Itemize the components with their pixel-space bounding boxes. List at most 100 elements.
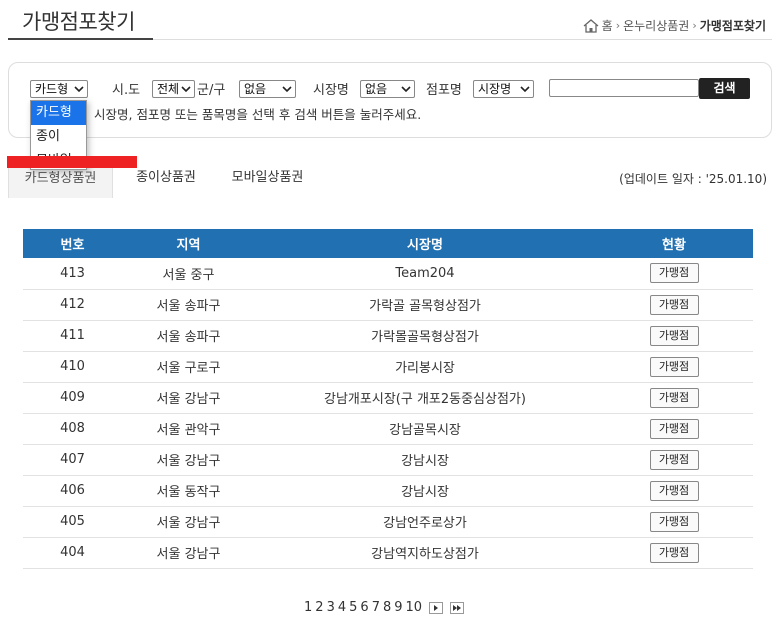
cell-region: 서울 강남구 xyxy=(122,382,255,414)
table-row: 406 서울 동작구 강남시장 가맹점 xyxy=(23,475,753,507)
store-list-button[interactable]: 가맹점 xyxy=(649,387,699,408)
page-link[interactable]: 2 xyxy=(315,600,323,615)
page-link[interactable]: 10 xyxy=(406,600,423,615)
dropdown-option-card[interactable]: 카드형 xyxy=(31,101,86,125)
table-row: 408 서울 관악구 강남골목시장 가맹점 xyxy=(23,413,753,445)
gungu-select[interactable]: 없음 xyxy=(239,80,296,98)
store-list-button[interactable]: 가맹점 xyxy=(649,356,699,377)
store-label: 점포명 xyxy=(426,83,462,98)
store-list-button[interactable]: 가맹점 xyxy=(649,325,699,346)
breadcrumb: 홈 › 온누리상품권 › 가맹점포찾기 xyxy=(583,17,766,34)
breadcrumb-level1[interactable]: 온누리상품권 xyxy=(623,17,689,34)
cell-status: 가맹점 xyxy=(595,258,753,290)
cell-number: 407 xyxy=(23,444,122,476)
sido-label: 시.도 xyxy=(112,83,141,98)
cell-number: 410 xyxy=(23,351,122,383)
table-row: 410 서울 구로구 가리봉시장 가맹점 xyxy=(23,351,753,383)
table-row: 404 서울 강남구 강남역지하도상점가 가맹점 xyxy=(23,537,753,569)
cell-number: 408 xyxy=(23,413,122,445)
dropdown-option-paper[interactable]: 종이 xyxy=(31,125,86,149)
cell-market: 가락몰골목형상점가 xyxy=(255,320,595,352)
chevron-down-icon xyxy=(282,86,292,93)
cell-region: 서울 송파구 xyxy=(122,320,255,352)
market-select[interactable]: 없음 xyxy=(360,80,415,98)
cell-market: Team204 xyxy=(255,258,595,290)
last-page-icon[interactable] xyxy=(450,601,465,614)
home-icon[interactable] xyxy=(583,18,599,33)
update-date: (업데이트 일자 : '25.01.10) xyxy=(619,172,767,186)
page-link[interactable]: 7 xyxy=(372,600,380,615)
table-row: 405 서울 강남구 강남언주로상가 가맹점 xyxy=(23,506,753,538)
page-link[interactable]: 1 xyxy=(304,600,312,615)
cell-market: 가리봉시장 xyxy=(255,351,595,383)
cell-region: 서울 강남구 xyxy=(122,506,255,538)
store-list-button[interactable]: 가맹점 xyxy=(649,542,699,563)
card-type-select[interactable]: 카드형 xyxy=(30,80,88,98)
chevron-down-icon xyxy=(181,86,191,93)
store-list-button[interactable]: 가맹점 xyxy=(649,418,699,439)
store-list-button[interactable]: 가맹점 xyxy=(649,511,699,532)
sido-select[interactable]: 전체 xyxy=(152,80,195,98)
table-row: 413 서울 중구 Team204 가맹점 xyxy=(23,258,753,290)
page-link[interactable]: 8 xyxy=(383,600,391,615)
store-list-button[interactable]: 가맹점 xyxy=(649,263,699,284)
cell-market: 강남역지하도상점가 xyxy=(255,537,595,569)
cell-market: 가락골 골목형상점가 xyxy=(255,289,595,321)
tab-mobile[interactable]: 모바일상품권 xyxy=(220,162,315,198)
cell-region: 서울 강남구 xyxy=(122,444,255,476)
breadcrumb-home[interactable]: 홈 xyxy=(602,17,613,34)
chevron-right-icon: › xyxy=(615,19,621,32)
table-row: 412 서울 송파구 가락골 골목형상점가 가맹점 xyxy=(23,289,753,321)
red-highlight-bar xyxy=(7,156,137,168)
page-link[interactable]: 5 xyxy=(349,600,357,615)
page-title: 가맹점포찾기 xyxy=(22,10,135,34)
page-link[interactable]: 9 xyxy=(394,600,402,615)
title-underline xyxy=(8,38,153,40)
table-row: 407 서울 강남구 강남시장 가맹점 xyxy=(23,444,753,476)
cell-status: 가맹점 xyxy=(595,351,753,383)
store-table: 번호 지역 시장명 현황 413 서울 중구 Team204 가맹점 412 서울 송파구… xyxy=(23,229,753,569)
cell-market: 강남언주로상가 xyxy=(255,506,595,538)
page-link[interactable]: 4 xyxy=(338,600,346,615)
market-label: 시장명 xyxy=(313,83,349,98)
page-link[interactable]: 6 xyxy=(360,600,368,615)
next-page-icon[interactable] xyxy=(429,601,444,614)
cell-region: 서울 송파구 xyxy=(122,289,255,321)
cell-status: 가맹점 xyxy=(595,320,753,352)
table-row: 411 서울 송파구 가락몰골목형상점가 가맹점 xyxy=(23,320,753,352)
cell-status: 가맹점 xyxy=(595,444,753,476)
cell-number: 405 xyxy=(23,506,122,538)
table-header-row: 번호 지역 시장명 현황 xyxy=(23,229,753,258)
table-row: 409 서울 강남구 강남개포시장(구 개포2동중심상점가) 가맹점 xyxy=(23,382,753,414)
tab-paper[interactable]: 종이상품권 xyxy=(126,162,206,198)
cell-market: 강남개포시장(구 개포2동중심상점가) xyxy=(255,382,595,414)
page-link[interactable]: 3 xyxy=(327,600,335,615)
header-region: 지역 xyxy=(122,229,255,258)
cell-region: 서울 관악구 xyxy=(122,413,255,445)
gungu-label: 군/구 xyxy=(197,83,226,98)
header-number: 번호 xyxy=(23,229,122,258)
cell-market: 강남시장 xyxy=(255,475,595,507)
cell-status: 가맹점 xyxy=(595,413,753,445)
chevron-right-icon: › xyxy=(692,19,697,32)
cell-number: 413 xyxy=(23,258,122,290)
cell-number: 409 xyxy=(23,382,122,414)
cell-status: 가맹점 xyxy=(595,537,753,569)
cell-market: 강남골목시장 xyxy=(255,413,595,445)
cell-region: 서울 동작구 xyxy=(122,475,255,507)
store-select[interactable]: 시장명 xyxy=(473,80,534,98)
cell-region: 서울 강남구 xyxy=(122,537,255,569)
cell-number: 406 xyxy=(23,475,122,507)
store-list-button[interactable]: 가맹점 xyxy=(649,294,699,315)
cell-status: 가맹점 xyxy=(595,506,753,538)
cell-status: 가맹점 xyxy=(595,289,753,321)
keyword-input[interactable] xyxy=(549,79,699,97)
store-list-button[interactable]: 가맹점 xyxy=(649,449,699,470)
header-market: 시장명 xyxy=(255,229,595,258)
search-hint: 시장명, 점포명 또는 품목명을 선택 후 검색 버튼을 눌러주세요. xyxy=(94,107,422,122)
search-button[interactable]: 검색 xyxy=(699,78,750,99)
cell-number: 404 xyxy=(23,537,122,569)
store-list-button[interactable]: 가맹점 xyxy=(649,480,699,501)
chevron-down-icon xyxy=(401,86,411,93)
chevron-down-icon xyxy=(520,86,530,93)
